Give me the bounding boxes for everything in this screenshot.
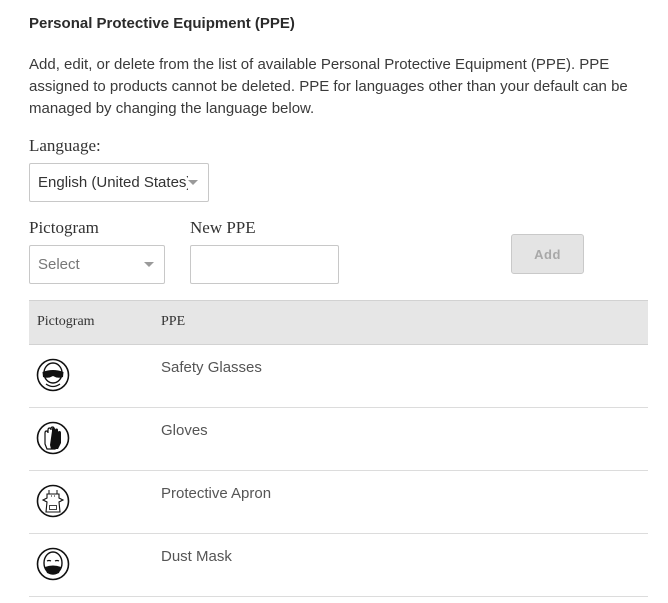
column-header-ppe: PPE (161, 314, 186, 329)
section-description: Add, edit, or delete from the list of av… (29, 56, 628, 117)
gloves-icon (36, 421, 70, 455)
safety-glasses-icon (36, 358, 70, 392)
protective-apron-icon (36, 484, 70, 518)
chevron-down-icon (188, 180, 198, 185)
pictogram-select[interactable]: Select (29, 245, 165, 284)
column-header-pictogram: Pictogram (37, 314, 95, 329)
section-title: Personal Protective Equipment (PPE) (29, 15, 295, 32)
new-ppe-label: New PPE (190, 218, 256, 237)
dust-mask-icon (36, 547, 70, 581)
ppe-name: Protective Apron (161, 485, 272, 502)
ppe-name: Gloves (161, 422, 208, 439)
table-row[interactable]: Gloves (29, 408, 648, 471)
pictogram-select-placeholder: Select (38, 256, 80, 273)
ppe-table: Pictogram PPE Safety Glasses Gloves Prot… (29, 300, 648, 597)
ppe-name: Safety Glasses (161, 359, 262, 376)
language-select[interactable]: English (United States) (29, 163, 209, 202)
chevron-down-icon (144, 262, 154, 267)
table-row[interactable]: Protective Apron (29, 471, 648, 534)
ppe-name: Dust Mask (161, 548, 232, 565)
table-header: Pictogram PPE (29, 300, 648, 345)
add-button[interactable]: Add (511, 234, 584, 274)
pictogram-label: Pictogram (29, 218, 99, 237)
new-ppe-input[interactable] (190, 245, 339, 284)
table-row[interactable]: Safety Glasses (29, 345, 648, 408)
language-select-value: English (United States) (38, 174, 188, 191)
table-row[interactable]: Dust Mask (29, 534, 648, 597)
language-label: Language: (29, 136, 101, 155)
